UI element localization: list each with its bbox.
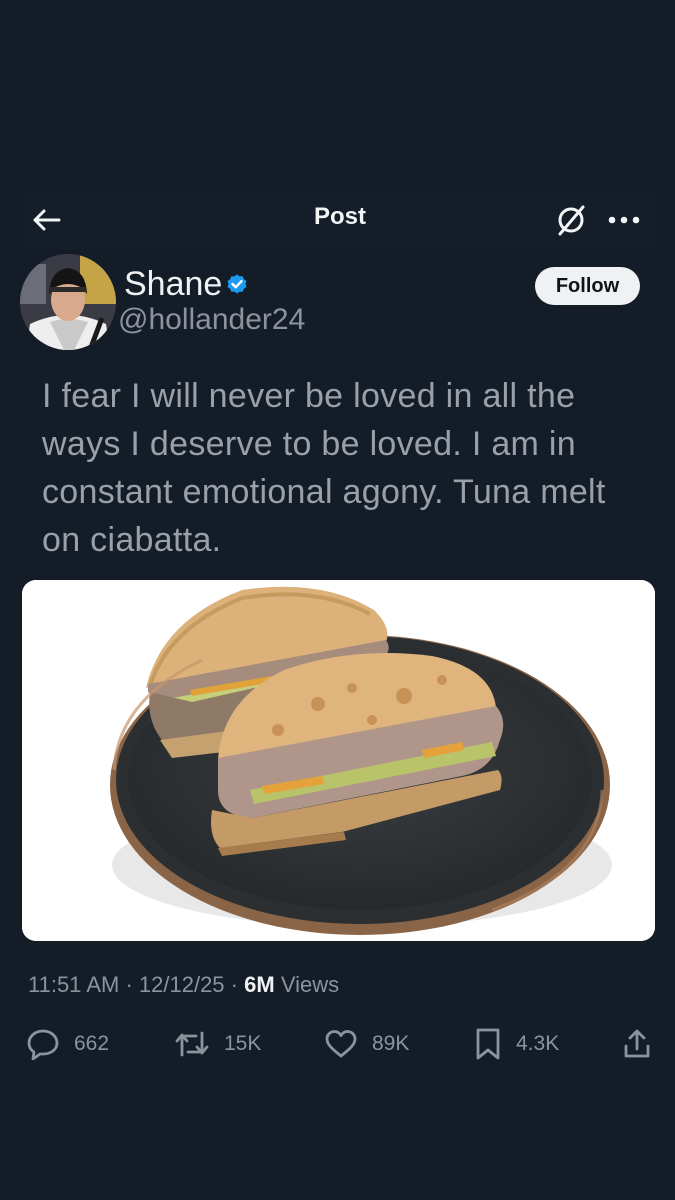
bookmark-icon xyxy=(476,1028,500,1060)
views-count[interactable]: 6M xyxy=(244,972,275,997)
reply-count: 662 xyxy=(74,1032,110,1055)
post-header: Post xyxy=(20,188,660,250)
like-button[interactable]: 89K xyxy=(324,1024,409,1064)
tuna-melt-photo xyxy=(22,580,655,941)
bookmark-count: 4.3K xyxy=(516,1032,560,1055)
avatar[interactable] xyxy=(20,254,116,350)
grok-icon xyxy=(558,205,585,236)
reply-button[interactable]: 662 xyxy=(26,1024,109,1064)
tweet-date: 12/12/25 xyxy=(138,972,225,997)
tweet-media-image[interactable] xyxy=(22,580,655,941)
repost-button[interactable]: 15K xyxy=(174,1024,261,1064)
display-name[interactable]: Shane xyxy=(124,264,222,304)
share-button[interactable] xyxy=(622,1024,652,1064)
more-options-button[interactable] xyxy=(602,200,646,240)
share-icon xyxy=(624,1029,650,1058)
verified-badge-icon xyxy=(225,272,249,296)
meta-separator: · xyxy=(125,972,133,997)
more-icon xyxy=(608,216,640,224)
like-count: 89K xyxy=(372,1032,410,1055)
tweet-meta: 11:51 AM · 12/12/25 · 6M Views xyxy=(28,972,339,998)
views-label[interactable]: Views xyxy=(281,972,339,997)
author-name-row[interactable]: Shane xyxy=(124,264,249,304)
repost-icon xyxy=(175,1031,209,1057)
action-bar: 662 15K 89K 4.3K xyxy=(0,1024,675,1064)
author-handle[interactable]: @hollander24 xyxy=(118,301,305,339)
grok-button[interactable] xyxy=(552,200,592,240)
tweet-text: I fear I will never be loved in all the … xyxy=(42,377,606,559)
tweet-time: 11:51 AM xyxy=(28,972,120,997)
repost-count: 15K xyxy=(224,1032,262,1055)
bookmark-button[interactable]: 4.3K xyxy=(474,1024,559,1064)
heart-icon xyxy=(325,1030,357,1058)
reply-icon xyxy=(27,1029,59,1060)
follow-button[interactable]: Follow xyxy=(535,267,640,305)
meta-separator: · xyxy=(230,972,238,997)
